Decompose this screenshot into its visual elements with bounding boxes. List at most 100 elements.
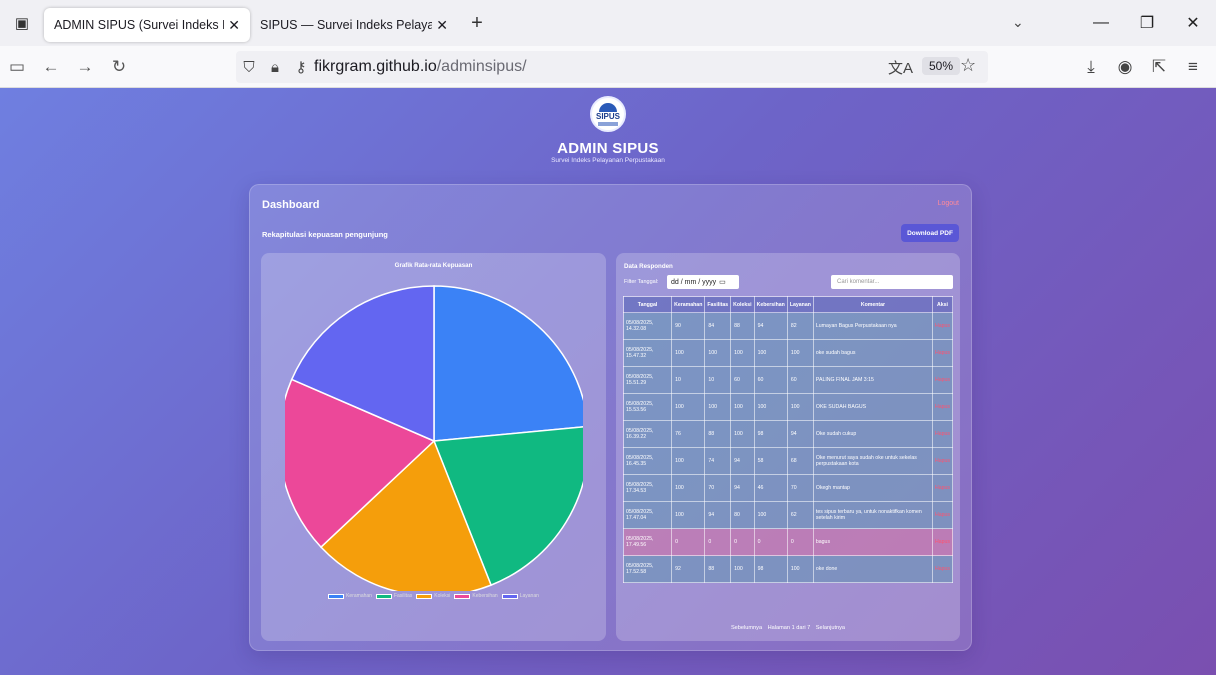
legend-item-kebersihan[interactable]: Kebersihan xyxy=(454,593,498,599)
new-tab-icon[interactable]: + xyxy=(462,12,492,35)
logo-band xyxy=(598,121,618,126)
legend-item-layanan[interactable]: Layanan xyxy=(501,593,539,599)
shield-icon[interactable]: ⛉ xyxy=(236,59,262,76)
pie-chart xyxy=(285,285,583,591)
close-tab-icon[interactable]: ✕ xyxy=(228,17,240,34)
restore-icon[interactable]: ❐ xyxy=(1124,13,1170,33)
address-bar[interactable]: ⛉ 🔒︎ ⚷ fikrgram.github.io/adminsipus/ 文A… xyxy=(236,51,988,83)
hapus-button[interactable]: Hapus xyxy=(931,339,954,367)
cell-komentar: Oke menurut saya sudah oke untuk sekelas… xyxy=(812,447,933,475)
column-header-tanggal: Tanggal xyxy=(622,296,673,313)
url-host: fikrgram.github.io xyxy=(314,58,437,75)
cell-kebersihan: 0 xyxy=(753,528,788,556)
legend-item-koleksi[interactable]: Koleksi xyxy=(416,593,450,599)
download-icon[interactable]: ⤓ xyxy=(1074,57,1108,77)
column-header-fasilitas: Fasilitas xyxy=(704,296,732,313)
download-pdf-button[interactable]: Download PDF xyxy=(901,224,959,242)
calendar-icon[interactable]: ▭ xyxy=(719,278,726,286)
tab-sipus[interactable]: SIPUS — Survei Indeks Pelayanan Pe ✕ xyxy=(250,8,458,42)
legend-swatch xyxy=(328,593,345,599)
permissions-icon[interactable]: ⚷ xyxy=(288,58,314,76)
cell-komentar: bagus xyxy=(812,528,933,556)
hapus-button[interactable]: Hapus xyxy=(931,366,954,394)
responden-panel: Data Responden Filter Tanggal: dd / mm /… xyxy=(616,253,960,641)
cell-fasilitas: 100 xyxy=(704,339,732,367)
cell-kebersihan: 100 xyxy=(753,339,788,367)
lock-icon[interactable]: 🔒︎ xyxy=(262,59,288,76)
next-page-button[interactable]: Selanjutnya xyxy=(816,625,845,631)
date-placeholder: dd / mm / yyyy xyxy=(671,278,717,286)
menu-icon[interactable]: ≡ xyxy=(1176,57,1210,77)
back-icon[interactable]: ← xyxy=(34,57,68,77)
table-row: 05/08/2025, 15.51.29 10 10 60 60 60 PALING FIN… xyxy=(622,366,954,394)
comment-search-input[interactable]: Cari komentar... xyxy=(831,275,953,289)
cell-keramahan: 10 xyxy=(671,366,706,394)
cell-fasilitas: 100 xyxy=(704,393,732,421)
tab-overflow-chevron-icon[interactable]: ⌄ xyxy=(1012,14,1024,31)
hapus-button[interactable]: Hapus xyxy=(931,447,954,475)
page-body: SIPUS ADMIN SIPUS Survei Indeks Pelayana… xyxy=(0,88,1216,675)
tab-list-icon[interactable]: ▣ xyxy=(0,0,44,46)
cell-koleksi: 0 xyxy=(730,528,755,556)
legend-item-keramahan[interactable]: Keramahan xyxy=(328,593,372,599)
hapus-button[interactable]: Hapus xyxy=(931,501,954,529)
cell-layanan: 62 xyxy=(786,501,814,529)
hapus-button[interactable]: Hapus xyxy=(931,420,954,448)
app-subtitle: Survei Indeks Pelayanan Perpustakaan xyxy=(551,157,665,164)
cell-koleksi: 80 xyxy=(730,501,755,529)
hapus-button[interactable]: Hapus xyxy=(931,555,954,583)
cell-keramahan: 90 xyxy=(671,312,706,340)
legend-label: Kebersihan xyxy=(472,593,498,599)
url-path: /adminsipus/ xyxy=(436,58,527,75)
close-tab-icon[interactable]: ✕ xyxy=(436,17,448,34)
cell-fasilitas: 84 xyxy=(704,312,732,340)
sidebar-icon[interactable]: ▭ xyxy=(0,57,34,77)
chart-legend: Keramahan Fasilitas Koleksi Kebersihan Layan… xyxy=(261,593,606,599)
cell-kebersihan: 94 xyxy=(753,312,788,340)
section-title: Rekapitulasi kepuasan pengunjung xyxy=(262,230,388,239)
sipus-logo: SIPUS xyxy=(590,96,626,132)
responden-title: Data Responden xyxy=(624,263,673,270)
table-row: 05/08/2025, 16.45.35 100 74 94 58 68 Oke menur… xyxy=(622,447,954,475)
close-window-icon[interactable]: ✕ xyxy=(1170,13,1216,33)
bookmark-star-icon[interactable]: ☆ xyxy=(960,55,976,76)
logout-link[interactable]: Logout xyxy=(938,200,959,207)
hapus-button[interactable]: Hapus xyxy=(931,528,954,556)
cell-fasilitas: 10 xyxy=(704,366,732,394)
browser-tab-strip: ▣ ADMIN SIPUS (Survei Indeks Pelayanan P… xyxy=(0,0,1216,46)
column-header-koleksi: Koleksi xyxy=(730,296,755,313)
cell-koleksi: 60 xyxy=(730,366,755,394)
minimize-icon[interactable]: — xyxy=(1078,14,1124,32)
cell-komentar: Okegh mantap xyxy=(812,474,933,502)
dashboard-title: Dashboard xyxy=(262,199,320,211)
chart-panel: Grafik Rata-rata Kepuasan Keramahan Fasil… xyxy=(261,253,606,641)
pie-slice-keramahan[interactable] xyxy=(433,285,583,442)
forward-icon[interactable]: → xyxy=(68,57,102,77)
reload-icon[interactable]: ↻ xyxy=(102,57,136,77)
cell-komentar: oke sudah bagus xyxy=(812,339,933,367)
cell-kebersihan: 46 xyxy=(753,474,788,502)
legend-swatch xyxy=(454,593,471,599)
table-row: 05/08/2025, 15.47.32 100 100 100 100 100 oke s… xyxy=(622,339,954,367)
tab-admin-sipus[interactable]: ADMIN SIPUS (Survei Indeks Pelayanan Pe … xyxy=(44,8,250,42)
extensions-icon[interactable]: ⇱ xyxy=(1142,57,1176,77)
date-filter-input[interactable]: dd / mm / yyyy ▭ xyxy=(667,275,739,289)
cell-tanggal: 05/08/2025, 15.47.32 xyxy=(622,339,673,367)
table-row: 05/08/2025, 17.34.53 100 70 94 46 70 Okegh man… xyxy=(622,474,954,502)
legend-item-fasilitas[interactable]: Fasilitas xyxy=(375,593,412,599)
cell-layanan: 0 xyxy=(786,528,814,556)
cell-komentar: Oke sudah cukup xyxy=(812,420,933,448)
hapus-button[interactable]: Hapus xyxy=(931,312,954,340)
cell-tanggal: 05/08/2025, 15.53.56 xyxy=(622,393,673,421)
translate-icon[interactable]: 文A xyxy=(888,57,913,78)
cell-tanggal: 05/08/2025, 14.32.08 xyxy=(622,312,673,340)
zoom-level[interactable]: 50% xyxy=(922,57,961,75)
cell-keramahan: 76 xyxy=(671,420,706,448)
hapus-button[interactable]: Hapus xyxy=(931,393,954,421)
prev-page-button[interactable]: Sebelumnya xyxy=(731,625,762,631)
hapus-button[interactable]: Hapus xyxy=(931,474,954,502)
account-icon[interactable]: ◉ xyxy=(1108,57,1142,77)
cell-koleksi: 100 xyxy=(730,420,755,448)
cell-fasilitas: 70 xyxy=(704,474,732,502)
browser-toolbar: ▭ ← → ↻ ⛉ 🔒︎ ⚷ fikrgram.github.io/admins… xyxy=(0,46,1216,88)
